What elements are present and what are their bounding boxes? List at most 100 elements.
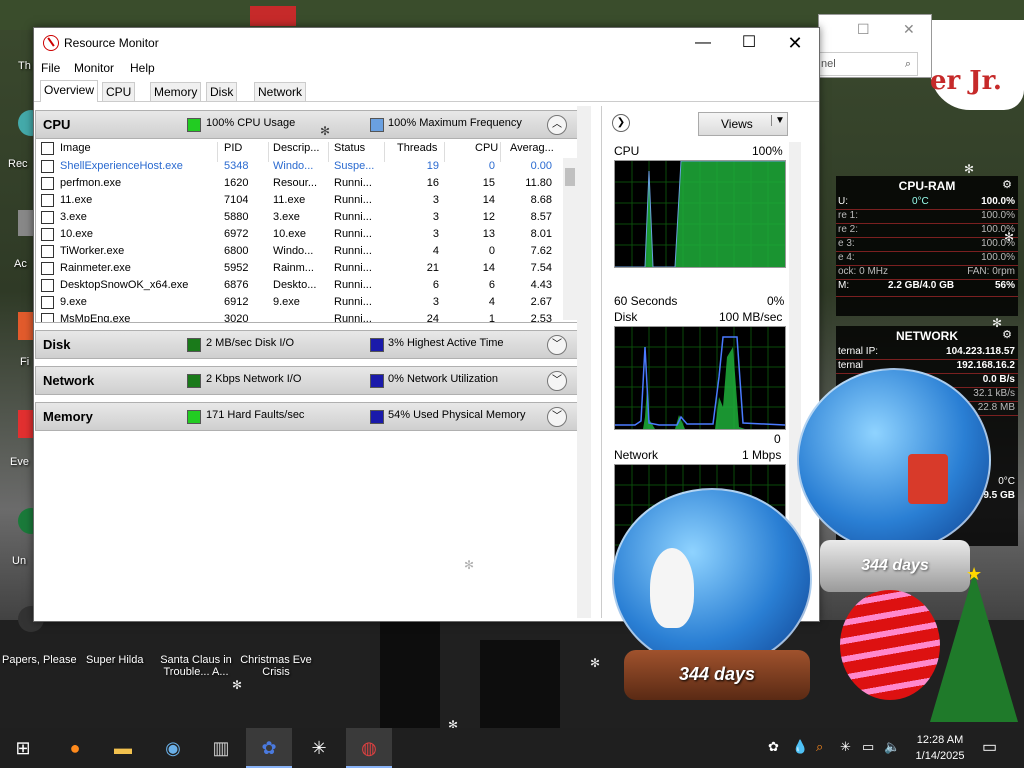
table-row[interactable]: 10.exe 6972 10.exe Runni... 3 13 8.01: [36, 226, 564, 243]
close-icon[interactable]: ✕: [903, 21, 915, 38]
expand-chevron-down-icon[interactable]: ﹀: [547, 407, 567, 427]
minimize-button[interactable]: —: [680, 28, 726, 58]
desktop-icon-label[interactable]: Un: [12, 555, 26, 567]
menu-help[interactable]: Help: [130, 61, 155, 75]
column-header-description[interactable]: Descrip...: [273, 142, 319, 154]
menu-bar: File Monitor Help: [34, 58, 819, 78]
cpu-ram-widget[interactable]: CPU-RAM ⚙ U: 0°C 100.0% re 1: 100.0% re 2: 1…: [836, 176, 1018, 316]
row-checkbox[interactable]: [41, 160, 54, 173]
cpu-graph-max: 100%: [752, 144, 783, 158]
firefox-icon[interactable]: ●: [52, 728, 98, 768]
row-checkbox[interactable]: [41, 279, 54, 292]
expand-chevron-down-icon[interactable]: ﹀: [547, 335, 567, 355]
desktop-icon-label[interactable]: Papers, Please: [2, 654, 77, 666]
column-header-pid[interactable]: PID: [224, 142, 242, 154]
gear-icon[interactable]: ⚙: [1002, 328, 1012, 341]
desktop-icon-label[interactable]: Santa Claus in Trouble... A...: [158, 654, 234, 678]
desktop-icon-label[interactable]: Super Hilda: [86, 654, 143, 666]
tab-overview[interactable]: Overview: [40, 80, 99, 102]
volume-icon[interactable]: 🔈: [884, 739, 900, 755]
snowflake-icon: ✻: [992, 316, 1003, 330]
widget-row: re 2: 100.0%: [836, 224, 1018, 238]
network-utilization-text: 0% Network Utilization: [388, 373, 499, 385]
puzzle-app-icon[interactable]: ✿: [246, 728, 292, 768]
column-header-average-cpu[interactable]: Averag...: [510, 142, 554, 154]
start-windows-icon[interactable]: ⊞: [0, 728, 46, 768]
process-image-cell: 11.exe: [60, 194, 93, 206]
row-checkbox[interactable]: [41, 211, 54, 224]
column-header-cpu[interactable]: CPU: [475, 142, 498, 154]
tab-disk[interactable]: Disk: [206, 82, 238, 101]
scrollbar-thumb[interactable]: [565, 168, 575, 186]
collapse-pane-chevron-icon[interactable]: ❯: [612, 114, 630, 132]
table-row[interactable]: DesktopSnowOK_x64.exe 6876 Deskto... Runni.…: [36, 277, 564, 294]
row-checkbox[interactable]: [41, 228, 54, 241]
column-header-threads[interactable]: Threads: [397, 142, 437, 154]
chevron-down-icon[interactable]: ▼: [771, 115, 785, 126]
tab-memory[interactable]: Memory: [150, 82, 202, 101]
disk-section-header[interactable]: Disk 2 MB/sec Disk I/O 3% Highest Active…: [35, 330, 578, 359]
tray-search-icon[interactable]: ⌕: [816, 739, 823, 755]
snowflake-app-icon[interactable]: ✳: [296, 728, 342, 768]
search-icon[interactable]: ⌕: [905, 53, 911, 75]
recycle-bin-icon[interactable]: ▥: [198, 728, 244, 768]
snow-globe-left: [612, 488, 812, 670]
column-header-status[interactable]: Status: [334, 142, 365, 154]
memory-section-header[interactable]: Memory 171 Hard Faults/sec 54% Used Phys…: [35, 402, 578, 431]
system-clock[interactable]: 12:28 AM 1/14/2025: [905, 732, 975, 764]
table-row[interactable]: perfmon.exe 1620 Resour... Runni... 16 15 11.8…: [36, 175, 564, 192]
expand-chevron-down-icon[interactable]: ﹀: [547, 371, 567, 391]
table-row[interactable]: 11.exe 7104 11.exe Runni... 3 14 8.68: [36, 192, 564, 209]
tab-network[interactable]: Network: [254, 82, 307, 101]
left-pane-scrollbar[interactable]: [577, 106, 591, 618]
table-row[interactable]: 9.exe 6912 9.exe Runni... 3 4 2.67: [36, 294, 564, 311]
menu-monitor[interactable]: Monitor: [74, 61, 114, 75]
desktop-icon-label[interactable]: Fi: [20, 356, 29, 368]
notification-center-icon[interactable]: ▭: [982, 737, 997, 757]
browser-globe-icon[interactable]: ◉: [150, 728, 196, 768]
max-frequency-text: 100% Maximum Frequency: [388, 117, 522, 129]
row-checkbox[interactable]: [41, 245, 54, 258]
row-checkbox[interactable]: [41, 262, 54, 275]
table-row[interactable]: TiWorker.exe 6800 Windo... Runni... 4 0 7.62: [36, 243, 564, 260]
candy-spiral-decoration: [840, 590, 940, 700]
tab-cpu[interactable]: CPU: [102, 82, 136, 101]
tray-app-icon[interactable]: ✿: [768, 739, 779, 755]
desktop-icon-label[interactable]: Th: [18, 60, 31, 72]
close-button[interactable]: ✕: [772, 28, 818, 58]
desktop-icon-label[interactable]: Rec: [8, 158, 28, 170]
snow-globe-right: [797, 368, 991, 552]
desktop-icon-label[interactable]: Eve: [10, 456, 29, 468]
bg-figure-right: [480, 640, 560, 728]
row-checkbox[interactable]: [41, 313, 54, 322]
desktop-icon-label[interactable]: Christmas Eve Crisis: [238, 654, 314, 678]
file-explorer-icon[interactable]: ▬: [100, 728, 146, 768]
row-checkbox[interactable]: [41, 177, 54, 190]
desktop-icon-label[interactable]: Ac: [14, 258, 27, 270]
section-title: Disk: [43, 337, 71, 352]
table-row[interactable]: Rainmeter.exe 5952 Rainm... Runni... 21 14 7.5…: [36, 260, 564, 277]
row-checkbox[interactable]: [41, 296, 54, 309]
select-all-checkbox[interactable]: [41, 142, 54, 155]
column-header-image[interactable]: Image: [60, 142, 91, 154]
maximize-button[interactable]: ☐: [726, 28, 772, 58]
tray-snowflake-icon[interactable]: ✳: [840, 739, 851, 755]
table-row[interactable]: 3.exe 5880 3.exe Runni... 3 12 8.57: [36, 209, 564, 226]
network-icon[interactable]: ▭: [862, 739, 874, 755]
background-search-box[interactable]: nel ⌕: [816, 52, 918, 76]
menu-file[interactable]: File: [41, 61, 60, 75]
disk-activity-graph: [614, 326, 786, 430]
table-row[interactable]: MsMpEng.exe 3020 Runni... 24 1 2.53: [36, 311, 564, 322]
gear-icon[interactable]: ⚙: [1002, 178, 1012, 191]
resource-monitor-taskbar-icon[interactable]: ◍: [346, 728, 392, 768]
title-bar[interactable]: Resource Monitor — ☐ ✕: [34, 28, 819, 58]
table-row[interactable]: ShellExperienceHost.exe 5348 Windo... Suspe…: [36, 158, 564, 175]
maximize-icon[interactable]: ☐: [857, 21, 870, 38]
row-checkbox[interactable]: [41, 194, 54, 207]
collapse-chevron-up-icon[interactable]: ︿: [547, 115, 567, 135]
views-dropdown[interactable]: Views ▼: [698, 112, 788, 136]
vertical-scrollbar[interactable]: [563, 158, 577, 320]
tray-droplet-icon[interactable]: 💧: [792, 739, 808, 755]
widget-row: U: 0°C 100.0%: [836, 196, 1018, 210]
network-section-header[interactable]: Network 2 Kbps Network I/O 0% Network Ut…: [35, 366, 578, 395]
